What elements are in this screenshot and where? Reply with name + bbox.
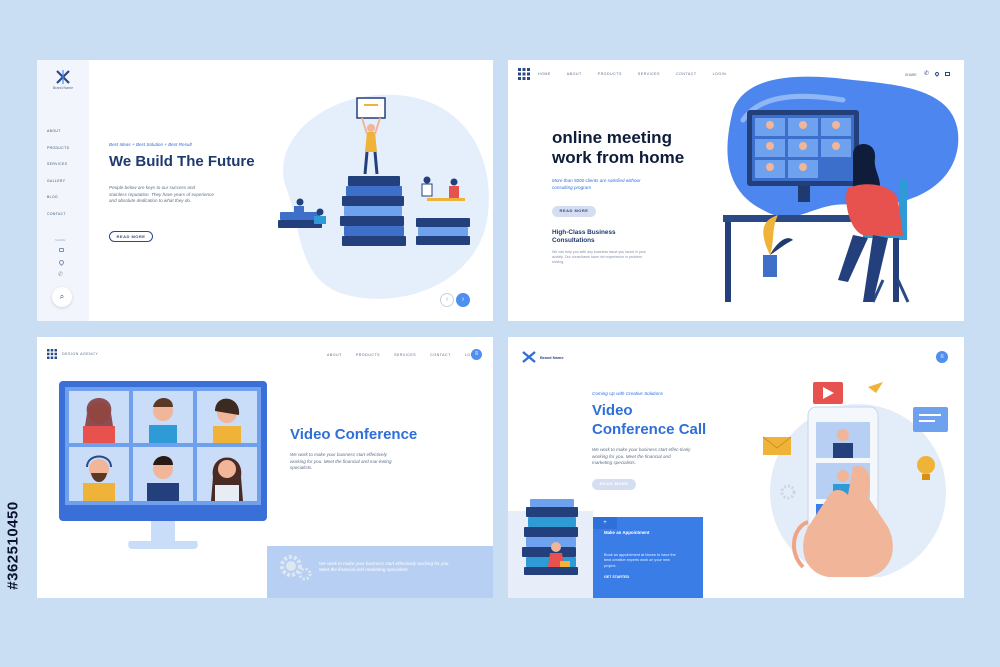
brand-name: Brand Name xyxy=(540,355,564,360)
grid-logo-icon xyxy=(518,68,530,80)
page-title-line1: Video xyxy=(592,402,633,419)
books-people-illustration xyxy=(278,97,470,246)
panel-video-conference: DESIGN AGENCY ABOUT PRODUCTS SERVICES CO… xyxy=(37,337,493,598)
agency-logo-icon xyxy=(47,349,57,359)
next-arrow-icon[interactable]: › xyxy=(456,293,470,307)
read-more-button[interactable]: READ MORE xyxy=(552,206,596,217)
nav-home[interactable]: HOME xyxy=(538,72,551,76)
sidebar-item-about[interactable]: ABOUT xyxy=(47,123,69,140)
nav-products[interactable]: PRODUCTS xyxy=(356,353,380,357)
hero-title: online meeting work from home xyxy=(552,128,684,168)
top-nav: HOME ABOUT PRODUCTS SERVICES CONTACT LOG… xyxy=(538,72,726,76)
nav-services[interactable]: SERVICES xyxy=(394,353,416,357)
menu-icon[interactable]: ≡ xyxy=(936,351,948,363)
brand-logo-icon xyxy=(56,70,70,84)
mail-icon[interactable] xyxy=(59,248,64,252)
page-title-line2: Conference Call xyxy=(592,421,707,438)
sidebar-item-services[interactable]: SERVICES xyxy=(47,156,69,173)
page-description: We work to make your business start effe… xyxy=(290,452,392,471)
page-title: We Build The Future xyxy=(109,153,255,170)
sidebar-item-gallery[interactable]: GALLERY xyxy=(47,173,69,190)
page-description: People below are keys to our success and… xyxy=(109,185,214,204)
read-more-button[interactable]: READ MORE xyxy=(592,479,636,490)
plus-icon[interactable]: + xyxy=(593,517,617,529)
read-more-button[interactable]: READ MORE xyxy=(109,231,153,242)
page-title: Video Conference Call xyxy=(592,401,706,439)
monitor-video-grid-illustration xyxy=(59,381,267,549)
stock-id-text: #362510450 xyxy=(4,500,22,590)
nav-about[interactable]: ABOUT xyxy=(327,353,342,357)
section-description: We can help you with any business issue … xyxy=(552,250,646,265)
sidebar-item-contact[interactable]: CONTACT xyxy=(47,206,69,223)
search-icon[interactable]: ⌕ xyxy=(52,287,72,307)
brand-logo-icon xyxy=(522,351,536,363)
brand-name: Brand Name xyxy=(52,86,74,90)
hero-title-line1: online meeting xyxy=(552,128,672,147)
books-reading-illustration xyxy=(522,499,578,575)
page-title: Video Conference xyxy=(290,426,418,443)
sidebar: Brand Name ABOUT PRODUCTS SERVICES GALLE… xyxy=(37,60,89,321)
card-description: Book an appointment at Noxes to have the… xyxy=(604,553,676,568)
share-label: SHARE xyxy=(55,238,66,242)
hero-subtitle: More than 5000 clients are satisfied wit… xyxy=(552,178,641,190)
nav-contact[interactable]: CONTACT xyxy=(676,72,697,76)
page-description: We work to make your business start effe… xyxy=(592,447,691,466)
nav-products[interactable]: PRODUCTS xyxy=(598,72,622,76)
nav-about[interactable]: ABOUT xyxy=(567,72,582,76)
panel-we-build-the-future: Brand Name ABOUT PRODUCTS SERVICES GALLE… xyxy=(37,60,493,321)
brand-name: DESIGN AGENCY xyxy=(62,352,99,356)
nav-contact[interactable]: CONTACT xyxy=(430,353,451,357)
panel-online-meeting: HOME ABOUT PRODUCTS SERVICES CONTACT LOG… xyxy=(508,60,964,321)
stock-id-watermark: #362510450 xyxy=(4,430,22,660)
sidebar-item-products[interactable]: PRODUCTS xyxy=(47,140,69,157)
sidebar-nav: ABOUT PRODUCTS SERVICES GALLERY BLOG CON… xyxy=(47,123,69,222)
eyebrow: Coming Up with Creative Solutions xyxy=(592,391,663,396)
video-call-illustration xyxy=(723,76,959,303)
nav-services[interactable]: SERVICES xyxy=(638,72,660,76)
hero-title-line2: work from home xyxy=(552,148,685,167)
section-title: High-Class Business Consultations xyxy=(552,229,616,244)
tagline: Best Ideas + Best Solution + Best Result xyxy=(109,142,192,147)
gear-icon xyxy=(280,555,312,581)
footer-text: We work to make your business start effe… xyxy=(319,561,450,573)
top-nav: ABOUT PRODUCTS SERVICES CONTACT LOGIN xyxy=(327,353,478,357)
sidebar-item-blog[interactable]: BLOG xyxy=(47,189,69,206)
panel-video-conference-call: Brand Name ≡ Coming Up with Creative Sol… xyxy=(508,337,964,598)
menu-icon[interactable]: ≡ xyxy=(471,349,482,360)
prev-arrow-icon[interactable]: ‹ xyxy=(440,293,454,307)
phone-call-illustration xyxy=(762,382,948,577)
card-title: Make an Appointment xyxy=(604,530,650,535)
get-started-link[interactable]: GET STARTED xyxy=(604,575,629,579)
phone-icon[interactable]: ✆ xyxy=(58,271,63,278)
location-icon[interactable] xyxy=(57,258,66,267)
